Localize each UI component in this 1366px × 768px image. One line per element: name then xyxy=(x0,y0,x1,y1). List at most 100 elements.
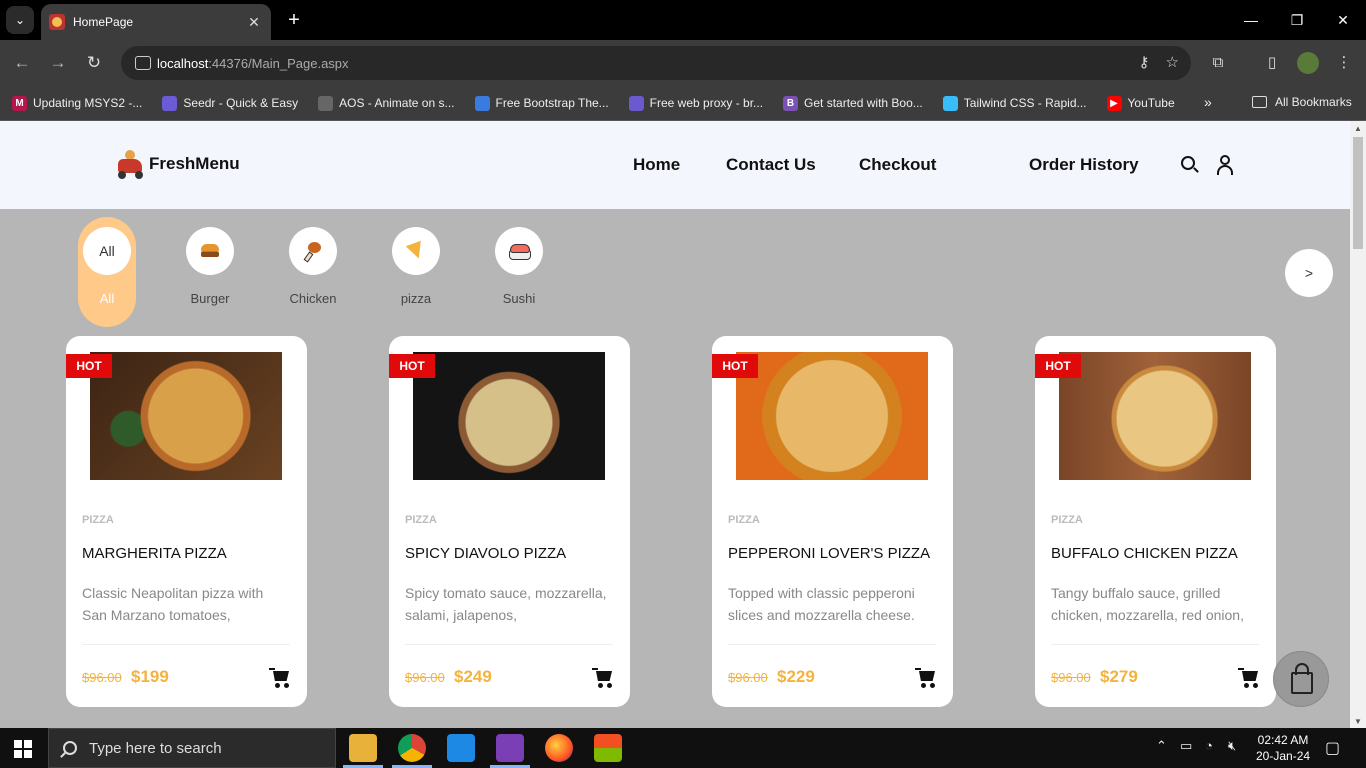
add-to-cart-icon[interactable] xyxy=(592,668,614,688)
new-tab-button[interactable]: + xyxy=(282,8,306,32)
bookmark-label: Free web proxy - br... xyxy=(649,96,764,110)
product-title[interactable]: BUFFALO CHICKEN PIZZA xyxy=(1051,545,1263,562)
add-to-cart-icon[interactable] xyxy=(1238,668,1260,688)
bookmark-favicon-icon: ▶ xyxy=(1106,95,1122,111)
category-label: Sushi xyxy=(502,291,536,306)
product-old-price: $96.00 xyxy=(82,670,122,685)
windows-start-icon[interactable] xyxy=(14,740,32,758)
user-icon[interactable] xyxy=(1215,155,1235,175)
product-description: Spicy tomato sauce, mozzarella, salami, … xyxy=(405,585,607,623)
taskbar-search[interactable]: Type here to search xyxy=(48,728,336,768)
notifications-icon[interactable]: ▢ xyxy=(1325,738,1340,758)
product-title[interactable]: SPICY DIAVOLO PIZZA xyxy=(405,545,617,562)
burger-icon xyxy=(201,244,219,258)
product-old-price: $96.00 xyxy=(405,670,445,685)
floating-cart-button[interactable] xyxy=(1273,651,1329,707)
category-all[interactable]: All All xyxy=(78,217,136,327)
extensions-icon[interactable]: ⧉ xyxy=(1207,52,1229,74)
card-divider xyxy=(82,644,290,645)
shopping-bag-body xyxy=(1291,672,1313,694)
site-logo[interactable]: FreshMenu xyxy=(116,149,240,179)
reload-icon[interactable]: ↻ xyxy=(81,50,107,76)
microsoft-store-icon[interactable] xyxy=(594,734,622,762)
restore-icon[interactable]: ❐ xyxy=(1274,8,1320,32)
site-info-icon[interactable] xyxy=(135,56,151,70)
product-image[interactable] xyxy=(413,352,605,480)
volume-muted-icon[interactable]: 🔇︎ xyxy=(1228,738,1236,754)
product-card[interactable]: HOT PIZZA SPICY DIAVOLO PIZZA Spicy tomato … xyxy=(389,336,630,707)
bookmarks-overflow-icon[interactable]: » xyxy=(1204,94,1212,110)
bookmark-item[interactable]: Free Bootstrap The... xyxy=(474,95,609,111)
category-burger[interactable]: Burger xyxy=(181,217,239,327)
browser-tab[interactable]: HomePage ✕ xyxy=(41,4,271,40)
bookmark-item[interactable]: Free web proxy - br... xyxy=(628,95,764,111)
product-description: Tangy buffalo sauce, grilled chicken, mo… xyxy=(1051,585,1244,623)
category-chicken[interactable]: Chicken xyxy=(284,217,342,327)
product-card[interactable]: HOT PIZZA PEPPERONI LOVER'S PIZZA Topped wi… xyxy=(712,336,953,707)
network-icon[interactable]: ◔ xyxy=(1205,738,1213,753)
bookmark-item[interactable]: AOS - Animate on s... xyxy=(318,95,455,111)
url-path: :44376/Main_Page.aspx xyxy=(208,55,349,71)
chicken-icon xyxy=(304,242,322,260)
bookmarks-bar: M Updating MSYS2 -... Seedr - Quick & Easy… xyxy=(0,86,1366,121)
menu-icon[interactable]: ⋮ xyxy=(1333,52,1355,74)
logo-text: FreshMenu xyxy=(149,154,240,173)
clock-date: 20-Jan-24 xyxy=(1256,749,1311,763)
minimize-icon[interactable]: — xyxy=(1228,8,1274,32)
key-icon[interactable]: ⚷ xyxy=(1139,53,1150,71)
add-to-cart-icon[interactable] xyxy=(915,668,937,688)
all-bookmarks-button[interactable]: All Bookmarks xyxy=(1252,95,1352,109)
bookmark-item[interactable]: Seedr - Quick & Easy xyxy=(162,95,298,111)
product-image[interactable] xyxy=(90,352,282,480)
product-image[interactable] xyxy=(1059,352,1251,480)
product-card[interactable]: HOT PIZZA MARGHERITA PIZZA Classic Neapolit… xyxy=(66,336,307,707)
nav-contact[interactable]: Contact Us xyxy=(726,155,816,175)
tray-chevron-icon[interactable]: ⌃ xyxy=(1156,738,1167,754)
profile-avatar[interactable] xyxy=(1297,52,1319,74)
scroll-up-icon[interactable]: ▲ xyxy=(1353,124,1363,133)
favicon-icon xyxy=(49,14,65,30)
product-title[interactable]: MARGHERITA PIZZA xyxy=(82,545,294,562)
address-bar[interactable]: localhost:44376/Main_Page.aspx ⚷ ☆ xyxy=(121,46,1191,80)
card-divider xyxy=(405,644,613,645)
category-circle xyxy=(392,227,440,275)
product-title[interactable]: PEPPERONI LOVER'S PIZZA xyxy=(728,545,940,562)
side-panel-icon[interactable]: ▯ xyxy=(1261,52,1283,74)
nav-home[interactable]: Home xyxy=(633,155,680,175)
tab-title: HomePage xyxy=(73,15,134,29)
visual-studio-icon[interactable] xyxy=(496,734,524,762)
forward-icon[interactable]: → xyxy=(45,50,71,76)
vscode-icon[interactable] xyxy=(447,734,475,762)
battery-icon[interactable]: ▭ xyxy=(1180,738,1192,754)
scroll-down-icon[interactable]: ▼ xyxy=(1353,717,1363,726)
add-to-cart-icon[interactable] xyxy=(269,668,291,688)
bookmark-favicon-icon: M xyxy=(12,95,27,111)
product-card[interactable]: HOT PIZZA BUFFALO CHICKEN PIZZA Tangy buffa… xyxy=(1035,336,1276,707)
tab-search-button[interactable]: ⌄ xyxy=(6,6,34,34)
back-icon[interactable]: ← xyxy=(9,50,35,76)
page-scrollbar[interactable]: ▲ ▼ xyxy=(1350,121,1366,728)
nav-checkout[interactable]: Checkout xyxy=(859,155,936,175)
search-icon[interactable] xyxy=(1180,155,1200,175)
file-explorer-icon[interactable] xyxy=(349,734,377,762)
taskbar-clock[interactable]: 02:42 AM 20-Jan-24 xyxy=(1256,732,1310,764)
bookmark-item[interactable]: B Get started with Boo... xyxy=(783,95,923,111)
bookmark-item[interactable]: ▶ YouTube xyxy=(1106,95,1175,111)
bookmark-item[interactable]: M Updating MSYS2 -... xyxy=(12,95,142,111)
bookmark-favicon-icon xyxy=(318,95,334,111)
nav-order-history[interactable]: Order History xyxy=(1029,155,1139,175)
bookmark-star-icon[interactable]: ☆ xyxy=(1166,53,1179,71)
bookmark-item[interactable]: Tailwind CSS - Rapid... xyxy=(942,95,1087,111)
scroll-thumb[interactable] xyxy=(1353,137,1363,249)
chrome-icon[interactable] xyxy=(398,734,426,762)
category-label: Burger xyxy=(190,291,230,306)
tab-close-icon[interactable]: ✕ xyxy=(245,13,263,31)
product-price: $199 xyxy=(131,667,169,686)
firefox-icon[interactable] xyxy=(545,734,573,762)
category-next-button[interactable]: > xyxy=(1285,249,1333,297)
product-description: Classic Neapolitan pizza with San Marzan… xyxy=(82,585,264,623)
window-close-icon[interactable]: ✕ xyxy=(1320,8,1366,32)
product-image[interactable] xyxy=(736,352,928,480)
category-pizza[interactable]: pizza xyxy=(387,217,445,327)
category-sushi[interactable]: Sushi xyxy=(490,217,548,327)
